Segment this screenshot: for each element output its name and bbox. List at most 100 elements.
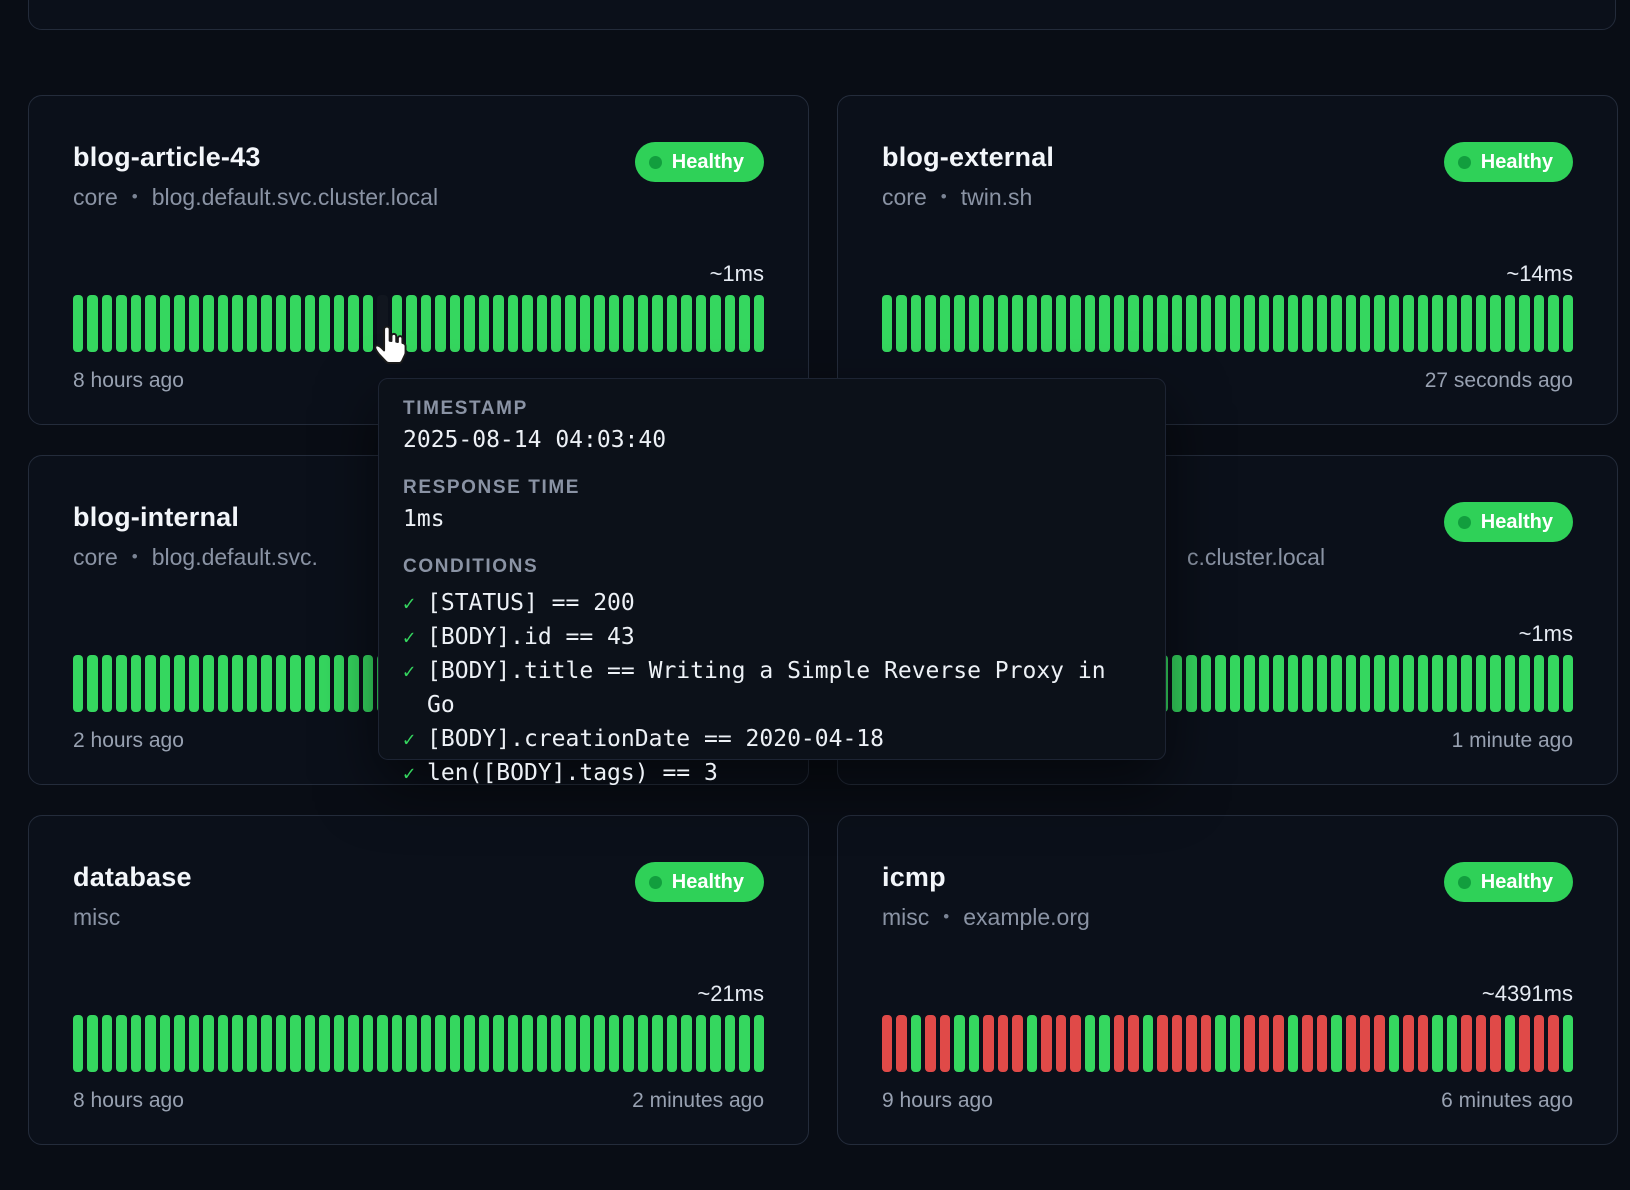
- health-bar[interactable]: [1056, 1015, 1066, 1072]
- health-bar[interactable]: [1157, 1015, 1167, 1072]
- health-bar[interactable]: [435, 295, 445, 352]
- health-bar[interactable]: [667, 295, 677, 352]
- health-bar[interactable]: [87, 295, 97, 352]
- health-bar[interactable]: [969, 295, 979, 352]
- health-bar[interactable]: [609, 1015, 619, 1072]
- health-bar[interactable]: [261, 655, 271, 712]
- health-bar[interactable]: [1403, 295, 1413, 352]
- health-bar[interactable]: [334, 1015, 344, 1072]
- health-bar[interactable]: [1143, 295, 1153, 352]
- health-bar[interactable]: [1230, 1015, 1240, 1072]
- health-bar[interactable]: [290, 295, 300, 352]
- health-bar[interactable]: [1128, 1015, 1138, 1072]
- health-bar[interactable]: [348, 295, 358, 352]
- health-bar[interactable]: [551, 1015, 561, 1072]
- health-bar[interactable]: [218, 295, 228, 352]
- health-bar[interactable]: [174, 655, 184, 712]
- health-bar[interactable]: [537, 1015, 547, 1072]
- health-bar[interactable]: [609, 295, 619, 352]
- health-bar[interactable]: [1505, 295, 1515, 352]
- health-bar[interactable]: [479, 295, 489, 352]
- health-bar[interactable]: [739, 1015, 749, 1072]
- health-bar[interactable]: [1099, 1015, 1109, 1072]
- health-bar[interactable]: [450, 1015, 460, 1072]
- health-bar[interactable]: [1244, 295, 1254, 352]
- health-bar[interactable]: [983, 295, 993, 352]
- health-bar[interactable]: [1302, 1015, 1312, 1072]
- health-bar[interactable]: [160, 655, 170, 712]
- health-bar[interactable]: [363, 1015, 373, 1072]
- health-bar[interactable]: [940, 1015, 950, 1072]
- health-bar[interactable]: [1085, 295, 1095, 352]
- health-bar[interactable]: [652, 1015, 662, 1072]
- health-bar[interactable]: [1389, 295, 1399, 352]
- health-bar[interactable]: [1070, 1015, 1080, 1072]
- health-bar[interactable]: [189, 295, 199, 352]
- health-bar[interactable]: [232, 295, 242, 352]
- health-bar[interactable]: [1317, 295, 1327, 352]
- health-bar[interactable]: [406, 295, 416, 352]
- health-bar[interactable]: [421, 1015, 431, 1072]
- health-bar[interactable]: [1476, 1015, 1486, 1072]
- health-bar[interactable]: [87, 655, 97, 712]
- health-bar[interactable]: [638, 1015, 648, 1072]
- health-bar[interactable]: [319, 295, 329, 352]
- health-bar[interactable]: [493, 295, 503, 352]
- health-bar[interactable]: [1519, 655, 1529, 712]
- health-bar[interactable]: [73, 655, 83, 712]
- health-bar[interactable]: [247, 295, 257, 352]
- health-bar[interactable]: [667, 1015, 677, 1072]
- health-bar[interactable]: [1346, 655, 1356, 712]
- health-bar[interactable]: [1563, 655, 1573, 712]
- health-bar[interactable]: [1012, 295, 1022, 352]
- health-bar[interactable]: [681, 1015, 691, 1072]
- health-bar[interactable]: [232, 1015, 242, 1072]
- health-bar[interactable]: [1389, 655, 1399, 712]
- health-bar[interactable]: [954, 1015, 964, 1072]
- health-bar[interactable]: [1128, 295, 1138, 352]
- health-bar[interactable]: [116, 655, 126, 712]
- health-bar[interactable]: [1288, 1015, 1298, 1072]
- health-bar[interactable]: [261, 1015, 271, 1072]
- health-bar[interactable]: [1476, 295, 1486, 352]
- health-bar[interactable]: [1259, 1015, 1269, 1072]
- health-bar[interactable]: [73, 1015, 83, 1072]
- health-bar[interactable]: [925, 295, 935, 352]
- health-bar[interactable]: [392, 1015, 402, 1072]
- health-bar[interactable]: [1070, 295, 1080, 352]
- health-bar[interactable]: [1447, 655, 1457, 712]
- health-bar[interactable]: [594, 295, 604, 352]
- health-bar[interactable]: [73, 295, 83, 352]
- health-bar[interactable]: [725, 295, 735, 352]
- health-bar[interactable]: [896, 295, 906, 352]
- health-bar[interactable]: [1273, 295, 1283, 352]
- health-bar[interactable]: [1143, 1015, 1153, 1072]
- health-bar[interactable]: [276, 295, 286, 352]
- health-bar[interactable]: [1012, 1015, 1022, 1072]
- health-bar[interactable]: [406, 1015, 416, 1072]
- health-bar[interactable]: [1374, 655, 1384, 712]
- health-bar[interactable]: [1360, 1015, 1370, 1072]
- health-bar[interactable]: [1432, 1015, 1442, 1072]
- health-bar[interactable]: [1490, 1015, 1500, 1072]
- health-bar[interactable]: [522, 295, 532, 352]
- health-bar[interactable]: [1114, 1015, 1124, 1072]
- health-bar[interactable]: [998, 295, 1008, 352]
- health-bar[interactable]: [1534, 1015, 1544, 1072]
- health-bar[interactable]: [1186, 655, 1196, 712]
- health-bar[interactable]: [363, 655, 373, 712]
- health-bar[interactable]: [1041, 295, 1051, 352]
- health-bar[interactable]: [1490, 655, 1500, 712]
- health-bar[interactable]: [1230, 655, 1240, 712]
- health-bar[interactable]: [189, 1015, 199, 1072]
- health-bar[interactable]: [348, 655, 358, 712]
- health-bar[interactable]: [1432, 295, 1442, 352]
- health-bar[interactable]: [1505, 655, 1515, 712]
- health-bar[interactable]: [160, 1015, 170, 1072]
- health-bar[interactable]: [754, 295, 764, 352]
- health-bar[interactable]: [1114, 295, 1124, 352]
- health-bar[interactable]: [1418, 655, 1428, 712]
- health-bar[interactable]: [247, 1015, 257, 1072]
- health-bar[interactable]: [1215, 655, 1225, 712]
- health-bar[interactable]: [1259, 295, 1269, 352]
